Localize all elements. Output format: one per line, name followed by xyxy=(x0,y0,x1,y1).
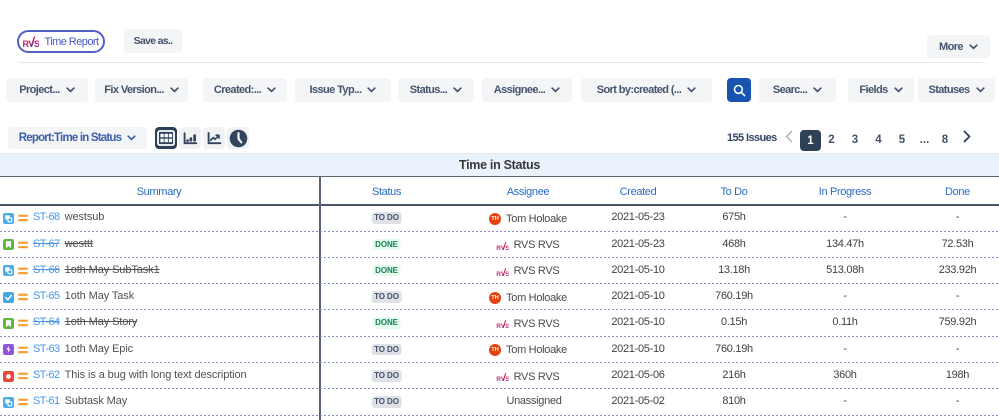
svg-text:RVS: RVS xyxy=(497,245,509,251)
svg-text:RVS: RVS xyxy=(23,39,39,48)
svg-text:RVS: RVS xyxy=(497,271,509,277)
svg-text:RVS: RVS xyxy=(497,376,509,382)
svg-text:RVS: RVS xyxy=(497,323,509,329)
